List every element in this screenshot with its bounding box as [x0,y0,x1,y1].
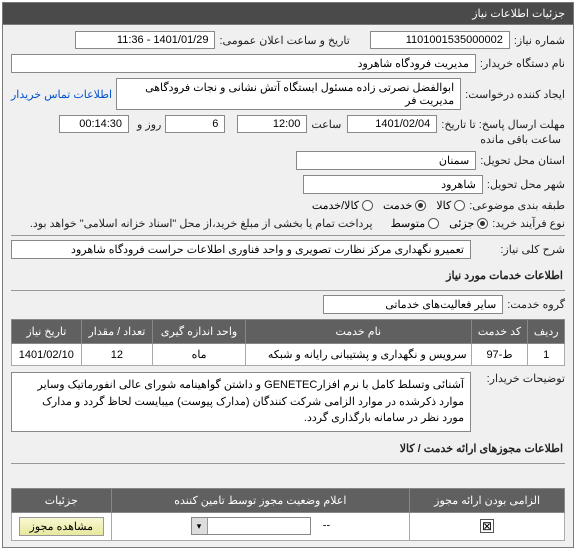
announce-label: تاریخ و ساعت اعلان عمومی: [219,34,349,47]
services-header: اطلاعات خدمات مورد نیاز [11,265,565,286]
permit-details-cell: مشاهده مجوز [12,512,112,540]
radio-both-label: کالا/خدمت [312,199,359,212]
status-select[interactable]: ▾ [191,517,311,535]
creator-field: ابوالفضل نصرتی زاده مسئول ایستگاه آتش نش… [116,78,461,110]
service-group-label: گروه خدمت: [507,298,565,311]
request-no-field: 1101001535000002 [370,31,510,49]
th-unit: واحد اندازه گیری [153,320,246,344]
th-name: نام خدمت [245,320,471,344]
creator-label: ایجاد کننده درخواست: [465,88,565,101]
cell-name: سرویس و نگهداری و پشتیبانی رایانه و شبکه [245,344,471,366]
service-group-field: سایر فعالیت‌های خدماتی [323,295,503,314]
deadline-date: 1401/02/04 [347,115,437,133]
chevron-down-icon: ▾ [192,518,208,534]
radio-partial-label: جزئی [449,217,474,230]
panel-title: جزئیات اطلاعات نیاز [3,3,573,25]
days-field: 6 [165,115,225,133]
services-table: ردیف کد خدمت نام خدمت واحد اندازه گیری ت… [11,319,565,366]
process-label: نوع فرآیند خرید: [492,217,565,230]
status-dash: -- [323,520,330,532]
radio-service-label: خدمت [383,199,412,212]
request-no-label: شماره نیاز: [514,34,565,47]
contact-link[interactable]: اطلاعات تماس خریدار [11,88,112,101]
cell-code: ط-97 [471,344,528,366]
permits-header: اطلاعات مجوزهای ارائه خدمت / کالا [11,438,565,459]
remaining-label: ساعت باقی مانده [480,133,561,146]
main-title-label: شرح کلی نیاز: [475,243,565,256]
cell-unit: ماه [153,344,246,366]
radio-goods-label: کالا [436,199,451,212]
required-checkbox[interactable]: ⊠ [480,519,494,533]
radio-both[interactable]: کالا/خدمت [312,199,373,212]
deadline-label: مهلت ارسال پاسخ: تا تاریخ: [441,118,565,131]
radio-service[interactable]: خدمت [383,199,426,212]
subject-type-label: طبقه بندی موضوعی: [469,199,565,212]
buyer-notes-field: آشنائی وتسلط کامل با نرم افزارGENETEC و … [11,372,471,432]
th-code: کد خدمت [471,320,528,344]
province-field: سمنان [296,151,476,170]
permit-row: ⊠ -- ▾ مشاهده مجوز [12,512,565,540]
time-label-1: ساعت [311,118,341,131]
payment-note: پرداخت تمام یا بخشی از مبلغ خرید،از محل … [30,217,373,230]
cell-qty: 12 [81,344,153,366]
view-permit-button[interactable]: مشاهده مجوز [19,517,104,536]
th-idx: ردیف [528,320,565,344]
th-qty: تعداد / مقدار [81,320,153,344]
permits-table: الزامی بودن ارائه مجوز اعلام وضعیت مجوز … [11,488,565,541]
remaining-time: 00:14:30 [59,115,129,133]
panel-body: شماره نیاز: 1101001535000002 تاریخ و ساع… [3,25,573,547]
th-status: اعلام وضعیت مجوز توسط تامین کننده [111,488,410,512]
th-date: تاریخ نیاز [12,320,82,344]
radio-partial[interactable]: جزئی [449,217,488,230]
permit-required-cell: ⊠ [410,512,565,540]
cell-date: 1401/02/10 [12,344,82,366]
city-label: شهر محل تحویل: [487,178,565,191]
buyer-field: مدیریت فرودگاه شاهرود [11,54,476,73]
th-required: الزامی بودن ارائه مجوز [410,488,565,512]
radio-medium[interactable]: متوسط [391,217,440,230]
province-label: استان محل تحویل: [480,154,565,167]
subject-type-group: کالا خدمت کالا/خدمت [312,199,465,212]
city-field: شاهرود [303,175,483,194]
radio-medium-label: متوسط [391,217,426,230]
th-details: جزئیات [12,488,112,512]
radio-goods[interactable]: کالا [436,199,465,212]
announce-field: 1401/01/29 - 11:36 [75,31,215,49]
deadline-time: 12:00 [237,115,307,133]
process-group: جزئی متوسط [391,217,489,230]
details-panel: جزئیات اطلاعات نیاز شماره نیاز: 11010015… [2,2,574,548]
main-title-field: تعمیرو نگهداری مرکز نظارت تصویری و واحد … [11,240,471,259]
cell-idx: 1 [528,344,565,366]
permit-status-cell: -- ▾ [111,512,410,540]
buyer-notes-label: توضیحات خریدار: [475,372,565,385]
days-label: روز و [137,118,161,131]
buyer-label: نام دستگاه خریدار: [480,57,565,70]
table-row: 1 ط-97 سرویس و نگهداری و پشتیبانی رایانه… [12,344,565,366]
